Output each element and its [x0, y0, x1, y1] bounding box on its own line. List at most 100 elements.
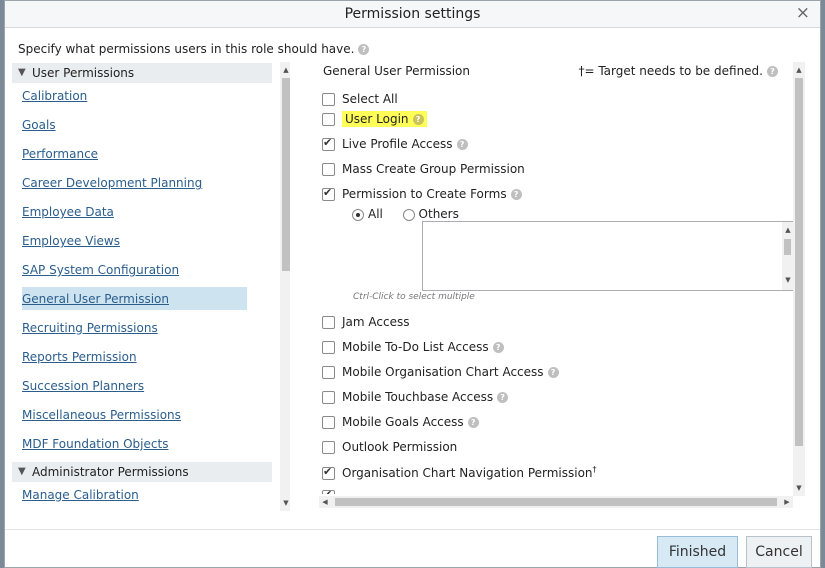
help-icon[interactable]: ? — [510, 189, 522, 200]
perm-label: Permission to Create Forms — [342, 187, 507, 201]
target-note: †= Target needs to be defined.? — [578, 64, 778, 78]
collapse-arrow-icon[interactable]: ▼ — [18, 462, 26, 482]
highlighted-label: User Login? — [342, 111, 427, 127]
perm-partially-hidden[interactable] — [322, 489, 342, 494]
perm-label: Organisation Chart Navigation Permission — [342, 466, 593, 480]
permission-detail-panel: General User Permission †= Target needs … — [313, 62, 805, 511]
listbox-scrollbar[interactable]: ▲ ▼ — [782, 222, 793, 290]
radio-all-selected[interactable] — [352, 208, 364, 221]
nav-link-reports-permission[interactable]: Reports Permission — [22, 350, 137, 364]
perm-org-chart-navigation[interactable]: Organisation Chart Navigation Permission… — [322, 465, 597, 480]
collapse-arrow-icon[interactable]: ▼ — [18, 63, 26, 83]
dialog-title: Permission settings — [344, 6, 481, 22]
checkbox[interactable] — [322, 316, 335, 329]
scroll-thumb[interactable] — [795, 78, 803, 446]
nav-link-mdf-foundation-objects[interactable]: MDF Foundation Objects — [22, 437, 168, 451]
section-administrator-permissions[interactable]: ▼ Administrator Permissions — [12, 462, 272, 482]
checkbox[interactable] — [322, 366, 335, 379]
perm-label: Mobile Touchbase Access — [342, 390, 494, 404]
nav-link-goals[interactable]: Goals — [22, 118, 56, 132]
perm-mobile-goals[interactable]: Mobile Goals Access? — [322, 415, 479, 429]
checkbox[interactable] — [322, 441, 335, 454]
scroll-up-icon[interactable]: ▲ — [793, 64, 805, 76]
finished-button[interactable]: Finished — [657, 536, 738, 568]
checkbox-checked[interactable] — [322, 465, 335, 480]
perm-mobile-org-chart[interactable]: Mobile Organisation Chart Access? — [322, 365, 559, 379]
perm-mass-create-group[interactable]: Mass Create Group Permission — [322, 162, 525, 176]
perm-select-all[interactable]: Select All — [322, 92, 398, 106]
nav-link-employee-views[interactable]: Employee Views — [22, 234, 120, 248]
scroll-up-icon[interactable]: ▲ — [280, 64, 290, 76]
perm-user-login[interactable]: User Login? — [322, 111, 427, 127]
permission-settings-dialog: Permission settings × Specify what permi… — [4, 0, 821, 568]
help-icon[interactable]: ? — [467, 417, 479, 428]
scroll-thumb[interactable] — [784, 239, 791, 255]
perm-label: Mobile Goals Access — [342, 415, 464, 429]
nav-link-manage-calibration[interactable]: Manage Calibration — [22, 488, 139, 502]
scroll-left-icon[interactable]: ◀ — [319, 496, 331, 508]
checkbox[interactable] — [322, 391, 335, 404]
cancel-button[interactable]: Cancel — [746, 536, 812, 568]
nav-link-miscellaneous-permissions[interactable]: Miscellaneous Permissions — [22, 408, 181, 422]
scroll-right-icon[interactable]: ▶ — [781, 496, 793, 508]
target-radio-group: All Others — [352, 207, 459, 221]
panel-title: General User Permission — [323, 64, 470, 78]
scroll-down-icon[interactable]: ▼ — [280, 497, 290, 509]
perm-label: Jam Access — [342, 315, 410, 329]
section-user-permissions[interactable]: ▼ User Permissions — [12, 63, 272, 83]
right-scrollbar[interactable]: ▲ ▼ — [793, 62, 805, 496]
help-icon[interactable]: ? — [547, 367, 559, 378]
perm-live-profile-access[interactable]: Live Profile Access? — [322, 136, 468, 151]
nav-link-employee-data[interactable]: Employee Data — [22, 205, 114, 219]
checkbox-checked[interactable] — [322, 489, 335, 494]
nav-link-recruiting-permissions[interactable]: Recruiting Permissions — [22, 321, 158, 335]
perm-mobile-todo[interactable]: Mobile To-Do List Access? — [322, 340, 504, 354]
help-icon[interactable]: ? — [456, 139, 468, 150]
target-listbox[interactable]: ▲ ▼ — [422, 221, 794, 291]
perm-label: Mobile Organisation Chart Access — [342, 365, 544, 379]
radio-others[interactable] — [402, 208, 415, 221]
checkbox[interactable] — [322, 416, 335, 429]
help-icon[interactable]: ? — [767, 66, 778, 77]
scroll-thumb[interactable] — [335, 498, 777, 506]
perm-label: User Login — [345, 112, 409, 126]
help-icon[interactable]: ? — [497, 392, 509, 403]
perm-jam-access[interactable]: Jam Access — [322, 315, 409, 329]
perm-label: Mobile To-Do List Access — [342, 340, 489, 354]
footer-divider — [5, 529, 820, 530]
checkbox[interactable] — [322, 163, 335, 176]
nav-link-calibration[interactable]: Calibration — [22, 89, 87, 103]
nav-link-succession-planners[interactable]: Succession Planners — [22, 379, 144, 393]
radio-label: All — [368, 207, 383, 221]
nav-link-career-development-planning[interactable]: Career Development Planning — [22, 176, 202, 190]
close-icon[interactable]: × — [796, 4, 810, 22]
help-icon[interactable]: ? — [412, 114, 424, 125]
permission-category-list: ▼ User Permissions Calibration Goals Per… — [12, 62, 290, 511]
horizontal-scrollbar[interactable]: ◀ ▶ — [319, 496, 793, 508]
perm-label: Outlook Permission — [342, 440, 458, 454]
radio-label: Others — [418, 207, 459, 221]
perm-create-forms[interactable]: Permission to Create Forms? — [322, 186, 522, 201]
checkbox[interactable] — [322, 341, 335, 354]
target-required-dagger: † — [592, 465, 597, 474]
checkbox[interactable] — [322, 113, 335, 126]
perm-mobile-touchbase[interactable]: Mobile Touchbase Access? — [322, 390, 509, 404]
perm-label: Select All — [342, 92, 398, 106]
help-icon[interactable]: ? — [492, 342, 504, 353]
checkbox-checked[interactable] — [322, 136, 335, 151]
dialog-description: Specify what permissions users in this r… — [18, 42, 370, 56]
nav-link-general-user-permission[interactable]: General User Permission — [22, 292, 169, 306]
help-icon[interactable]: ? — [358, 44, 370, 55]
checkbox-checked[interactable] — [322, 186, 335, 201]
nav-link-sap-system-configuration[interactable]: SAP System Configuration — [22, 263, 179, 277]
target-note-text: †= Target needs to be defined. — [578, 64, 763, 78]
scroll-thumb[interactable] — [282, 78, 290, 271]
section-title: Administrator Permissions — [32, 465, 189, 479]
section-title: User Permissions — [32, 66, 135, 80]
scroll-down-icon[interactable]: ▼ — [793, 482, 805, 494]
checkbox[interactable] — [322, 93, 335, 106]
left-scrollbar[interactable]: ▲ ▼ — [280, 62, 290, 511]
perm-outlook[interactable]: Outlook Permission — [322, 440, 457, 454]
nav-link-performance[interactable]: Performance — [22, 147, 98, 161]
perm-label: Live Profile Access — [342, 137, 453, 151]
